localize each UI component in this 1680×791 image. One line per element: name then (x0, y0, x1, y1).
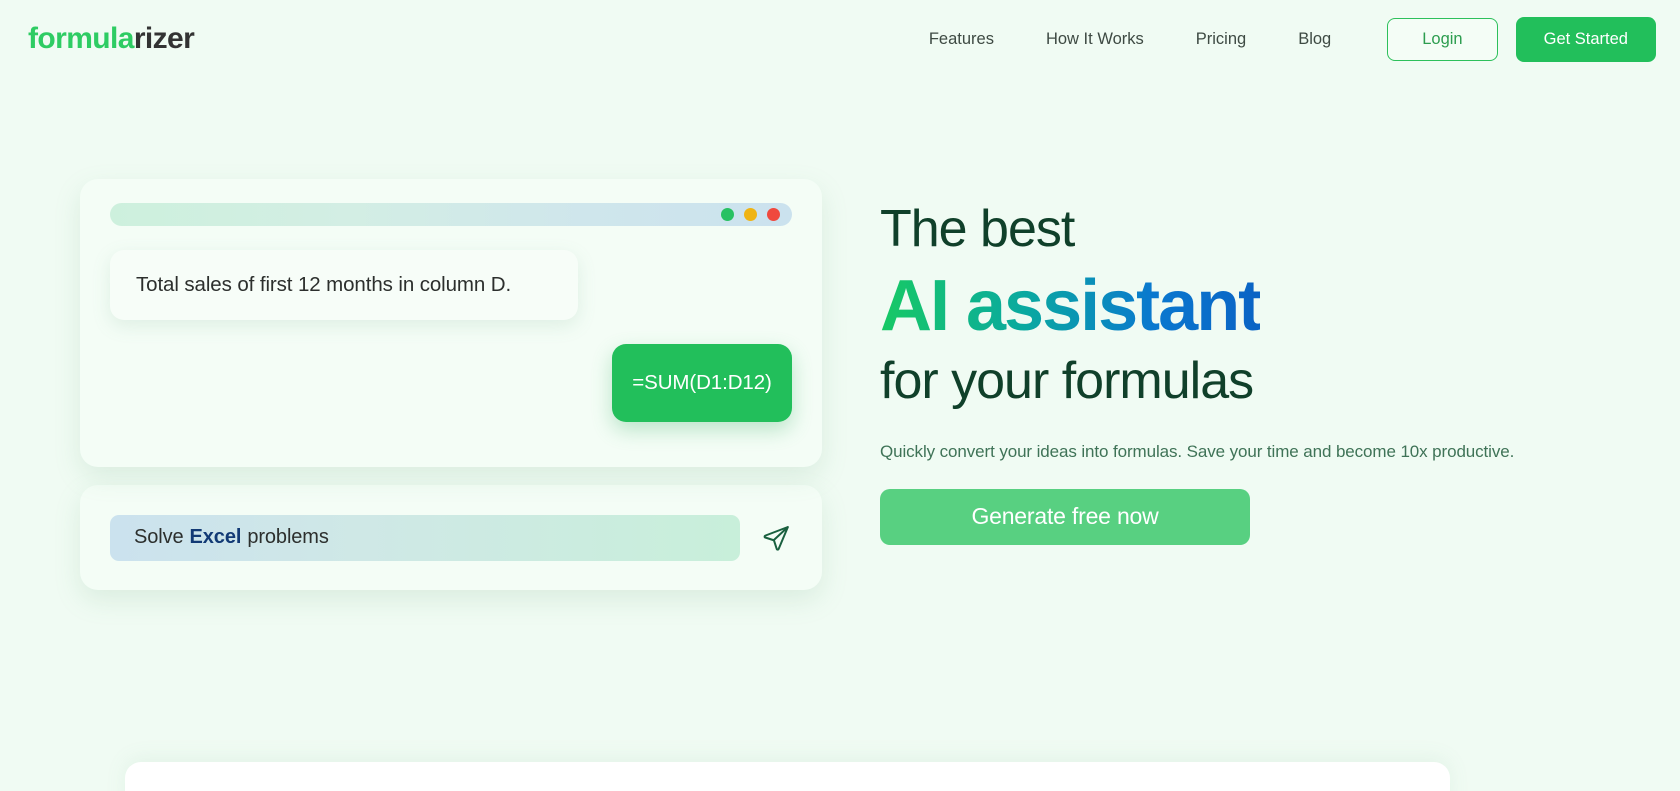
site-header: formularizer Features How It Works Prici… (0, 0, 1680, 78)
next-section-panel (125, 762, 1450, 791)
send-paper-plane-icon[interactable] (760, 522, 792, 554)
brand-logo-part2: rizer (133, 22, 195, 55)
ai-response-bubble: =SUM(D1:D12) (612, 344, 792, 422)
login-button[interactable]: Login (1387, 17, 1498, 61)
main-navigation: Features How It Works Pricing Blog Login… (903, 16, 1656, 62)
hero-subtitle: Quickly convert your ideas into formulas… (880, 441, 1515, 461)
window-dot-red-icon[interactable] (767, 208, 780, 221)
get-started-button[interactable]: Get Started (1515, 16, 1656, 62)
hero-copy-column: The best AI assistant for your formulas … (880, 179, 1514, 545)
nav-link-features[interactable]: Features (903, 20, 1020, 59)
window-dot-green-icon[interactable] (721, 208, 734, 221)
chat-preview-card: Total sales of first 12 months in column… (80, 179, 822, 467)
demo-column: Total sales of first 12 months in column… (80, 179, 822, 590)
generate-free-now-button[interactable]: Generate free now (880, 488, 1250, 545)
hero-section: Total sales of first 12 months in column… (0, 179, 1680, 590)
prompt-input-card: Solve Excel problems (80, 485, 822, 590)
user-message-bubble: Total sales of first 12 months in column… (110, 250, 578, 320)
prompt-keyword: Excel (189, 526, 242, 548)
prompt-input[interactable]: Solve Excel problems (110, 514, 740, 561)
hero-heading-line-3: for your formulas (880, 351, 1254, 410)
window-titlebar (110, 203, 792, 226)
brand-logo[interactable]: formularizer (28, 22, 195, 56)
hero-heading-line-1: The best (880, 200, 1075, 258)
hero-heading-highlight: AI assistant (880, 266, 1262, 347)
brand-logo-part1: formula (28, 22, 134, 55)
nav-link-how-it-works[interactable]: How It Works (1020, 20, 1170, 59)
prompt-prefix: Solve (134, 526, 184, 548)
nav-link-blog[interactable]: Blog (1272, 20, 1357, 59)
window-dot-yellow-icon[interactable] (744, 208, 757, 221)
prompt-suffix: problems (247, 526, 329, 548)
nav-link-pricing[interactable]: Pricing (1170, 20, 1272, 59)
